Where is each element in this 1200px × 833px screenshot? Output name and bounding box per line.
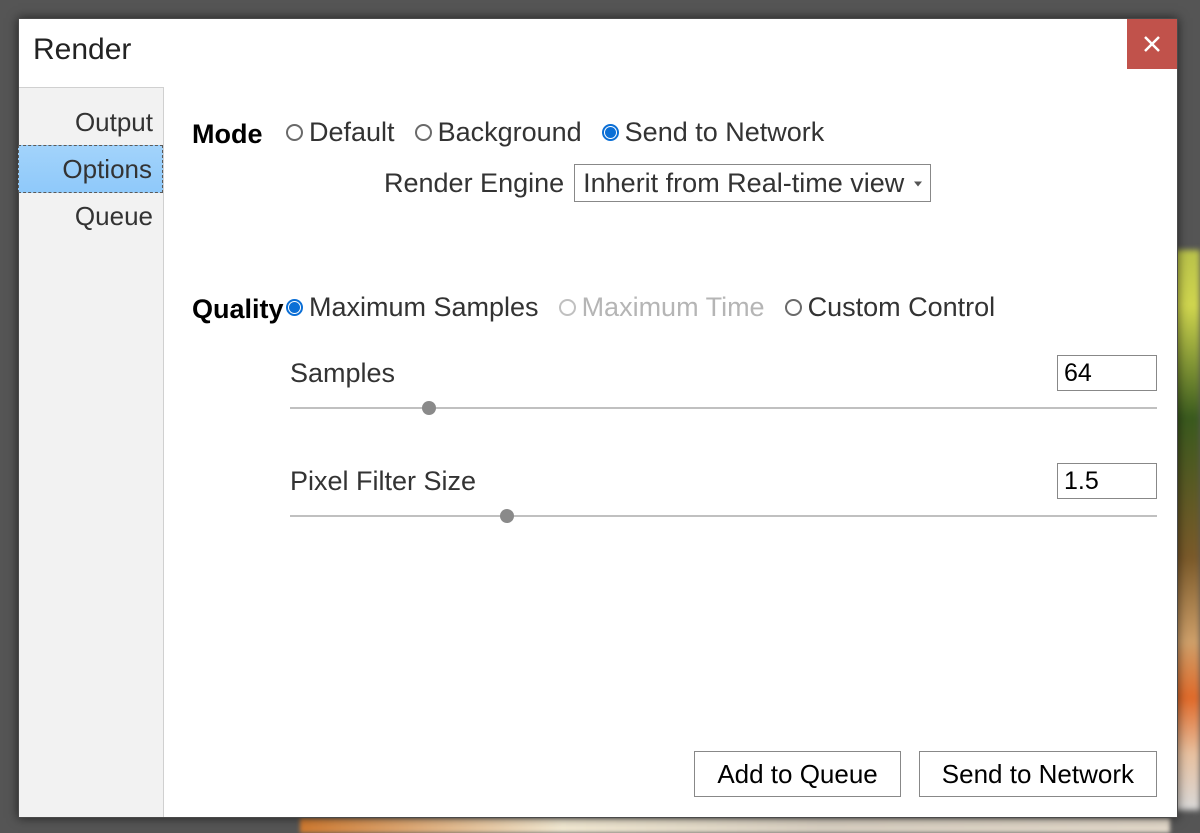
radio-label: Custom Control (808, 292, 996, 323)
sidebar-tab-output[interactable]: Output (19, 98, 163, 146)
pixel-filter-slider[interactable] (290, 509, 1157, 523)
samples-row: Samples (290, 355, 1157, 415)
radio-label: Maximum Samples (309, 292, 539, 323)
pixel-filter-input[interactable] (1057, 463, 1157, 499)
samples-slider[interactable] (290, 401, 1157, 415)
radio-label: Background (438, 117, 582, 148)
mode-radio-default[interactable]: Default (286, 117, 395, 148)
radio-icon (559, 299, 576, 316)
radio-label: Send to Network (625, 117, 825, 148)
dropdown-value: Inherit from Real-time view (583, 168, 904, 199)
quality-label: Quality (192, 292, 286, 325)
sidebar-tab-options[interactable]: Options (18, 145, 163, 193)
close-icon (1143, 35, 1161, 53)
mode-section: Mode Default Background Send (192, 117, 1157, 202)
mode-radio-group: Default Background Send to Network (286, 117, 1157, 148)
radio-label: Default (309, 117, 395, 148)
radio-icon (602, 124, 619, 141)
mode-radio-send-to-network[interactable]: Send to Network (602, 117, 825, 148)
send-to-network-button[interactable]: Send to Network (919, 751, 1157, 797)
render-engine-label: Render Engine (384, 168, 564, 199)
slider-thumb[interactable] (422, 401, 436, 415)
radio-icon (286, 299, 303, 316)
sidebar-tab-queue[interactable]: Queue (19, 192, 163, 240)
samples-input[interactable] (1057, 355, 1157, 391)
footer-buttons: Add to Queue Send to Network (694, 751, 1157, 797)
quality-radio-custom-control[interactable]: Custom Control (785, 292, 996, 323)
render-dialog: Render Output Options Queue Mode Default (18, 18, 1178, 818)
radio-label: Maximum Time (582, 292, 765, 323)
mode-label: Mode (192, 117, 286, 150)
add-to-queue-button[interactable]: Add to Queue (694, 751, 900, 797)
sidebar: Output Options Queue (19, 87, 164, 817)
pixel-filter-label: Pixel Filter Size (290, 466, 1057, 497)
radio-icon (785, 299, 802, 316)
quality-radio-group: Maximum Samples Maximum Time Custom Cont… (286, 292, 1157, 323)
content-panel: Mode Default Background Send (164, 87, 1177, 817)
pixel-filter-row: Pixel Filter Size (290, 463, 1157, 523)
radio-icon (286, 124, 303, 141)
slider-line (290, 515, 1157, 517)
mode-radio-background[interactable]: Background (415, 117, 582, 148)
radio-icon (415, 124, 432, 141)
quality-radio-max-samples[interactable]: Maximum Samples (286, 292, 539, 323)
slider-line (290, 407, 1157, 409)
slider-thumb[interactable] (500, 509, 514, 523)
quality-section: Quality Maximum Samples Maximum Time (192, 292, 1157, 523)
samples-label: Samples (290, 358, 1057, 389)
dialog-title: Render (19, 19, 131, 67)
quality-radio-max-time: Maximum Time (559, 292, 765, 323)
render-engine-dropdown[interactable]: Inherit from Real-time view (574, 164, 931, 202)
close-button[interactable] (1127, 19, 1177, 69)
titlebar: Render (19, 19, 1177, 87)
